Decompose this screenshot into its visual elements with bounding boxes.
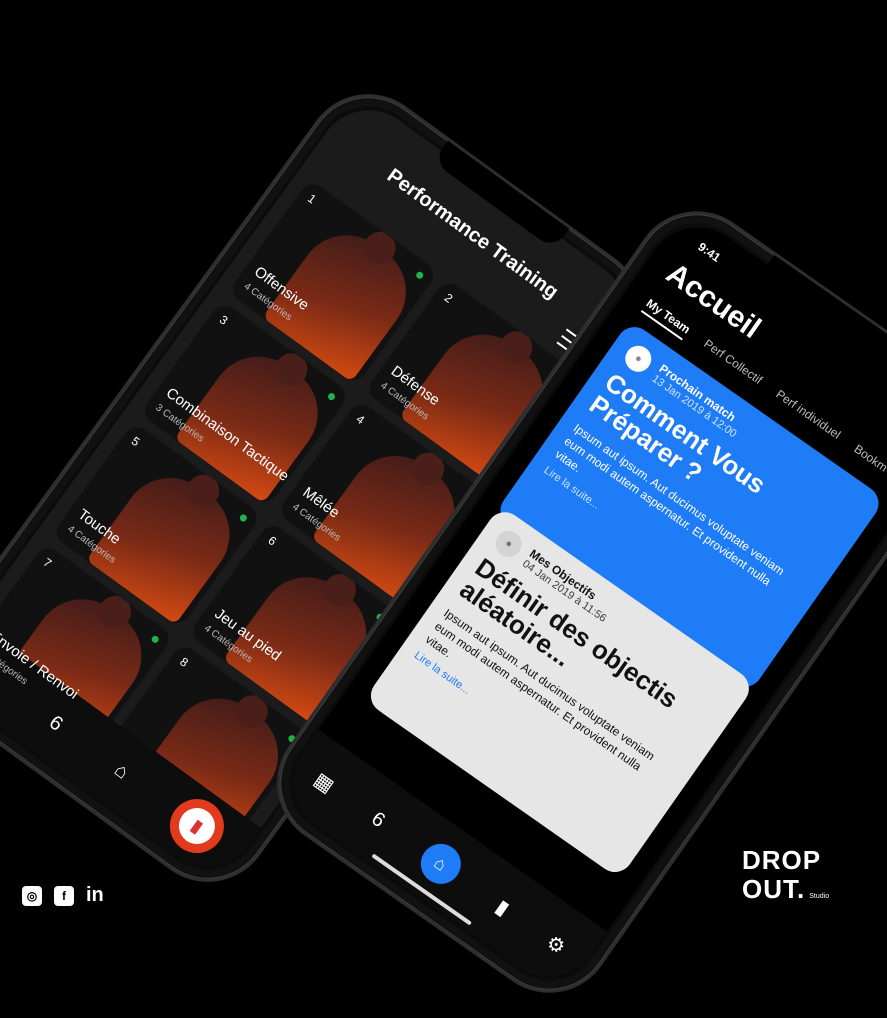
brand-icon[interactable]: 6 <box>45 711 67 736</box>
logo-line-1: DROP <box>742 845 822 875</box>
home-icon[interactable]: ⌂ <box>110 758 133 784</box>
stats-icon[interactable]: ▮ <box>171 801 223 852</box>
status-dot <box>414 270 425 281</box>
linkedin-icon[interactable]: in <box>86 884 104 907</box>
card-number: 2 <box>441 290 456 306</box>
logo-line-2: OUT. <box>742 873 806 904</box>
status-dot <box>326 391 337 402</box>
dropout-logo: DROP OUT. Studio <box>742 846 829 903</box>
card-number: 3 <box>216 312 231 328</box>
stats-icon[interactable]: ▮ <box>491 894 514 921</box>
card-number: 1 <box>305 191 319 207</box>
status-time: 9:41 <box>695 239 724 265</box>
brand-icon[interactable]: 6 <box>367 807 389 832</box>
social-links: ◎ f in <box>22 884 104 907</box>
club-logo-icon: ● <box>620 340 657 377</box>
card-number: 6 <box>265 533 280 549</box>
club-logo-icon: ● <box>490 525 527 563</box>
status-dot <box>150 634 161 645</box>
card-number: 8 <box>177 654 191 670</box>
card-number: 5 <box>128 433 143 450</box>
card-number: 7 <box>40 555 55 571</box>
home-icon[interactable]: ⌂ <box>412 835 469 892</box>
settings-icon[interactable]: ⚙ <box>542 929 571 960</box>
status-dot <box>238 513 249 523</box>
card-number: 4 <box>353 411 368 428</box>
facebook-icon[interactable]: f <box>54 885 74 906</box>
instagram-icon[interactable]: ◎ <box>22 885 42 906</box>
tab-bookmarks[interactable]: Bookm <box>849 442 887 479</box>
logo-sub: Studio <box>809 892 830 900</box>
calendar-icon[interactable]: ▦ <box>309 767 339 798</box>
